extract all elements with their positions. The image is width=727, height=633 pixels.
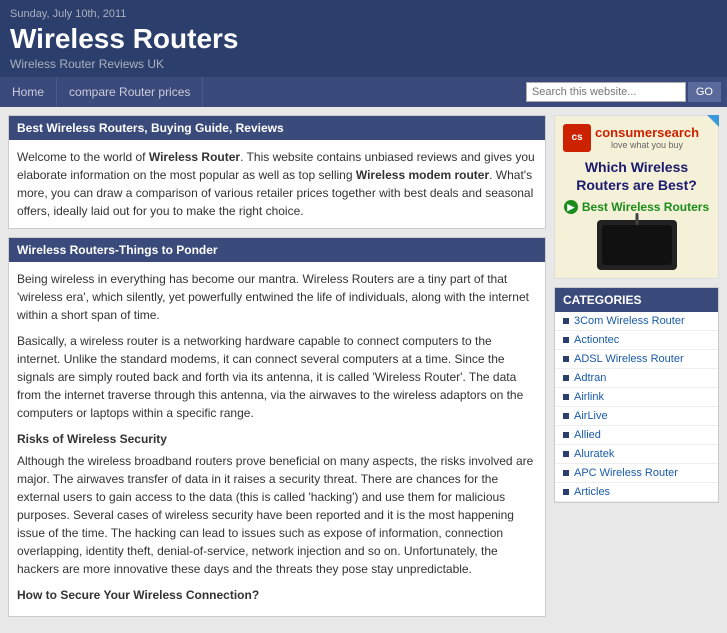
- cat-label: APC Wireless Router: [574, 467, 678, 479]
- section-para-1: Welcome to the world of Wireless Router.…: [17, 148, 537, 220]
- category-item[interactable]: Aluratek: [555, 445, 718, 464]
- ad-corner-decoration: [707, 115, 719, 127]
- nav-home[interactable]: Home: [0, 77, 57, 107]
- cat-bullet: [563, 432, 569, 438]
- site-title: Wireless Routers: [10, 24, 717, 55]
- search-input[interactable]: [526, 82, 686, 102]
- site-header: Sunday, July 10th, 2011 Wireless Routers…: [0, 0, 727, 77]
- cat-label: ADSL Wireless Router: [574, 353, 684, 365]
- bold-wireless-modem: Wireless modem router: [356, 168, 489, 182]
- category-item[interactable]: 3Com Wireless Router: [555, 312, 718, 331]
- section-body-2: Being wireless in everything has become …: [9, 262, 545, 616]
- cat-label: Adtran: [574, 372, 606, 384]
- navbar: Home compare Router prices GO: [0, 77, 727, 107]
- router-shape: [602, 225, 672, 265]
- cat-bullet: [563, 375, 569, 381]
- sidebar-categories: CATEGORIES 3Com Wireless Router Actiontec…: [554, 287, 719, 503]
- site-subtitle: Wireless Router Reviews UK: [10, 57, 717, 71]
- categories-list: 3Com Wireless Router Actiontec ADSL Wirele…: [555, 312, 718, 502]
- cat-label: Articles: [574, 486, 610, 498]
- cat-label: Airlink: [574, 391, 604, 403]
- category-item[interactable]: Adtran: [555, 369, 718, 388]
- category-item[interactable]: Airlink: [555, 388, 718, 407]
- main-layout: Best Wireless Routers, Buying Guide, Rev…: [0, 107, 727, 633]
- ad-brand-text: consumersearch love what you buy: [595, 125, 699, 150]
- category-item[interactable]: Actiontec: [555, 331, 718, 350]
- nav-compare[interactable]: compare Router prices: [57, 77, 203, 107]
- section-para-risks: Although the wireless broadband routers …: [17, 452, 537, 578]
- category-item[interactable]: AirLive: [555, 407, 718, 426]
- cat-bullet: [563, 337, 569, 343]
- bold-wireless-router: Wireless Router: [149, 150, 240, 164]
- category-item[interactable]: Articles: [555, 483, 718, 502]
- section-buying-guide: Best Wireless Routers, Buying Guide, Rev…: [8, 115, 546, 229]
- ad-router-image: [597, 220, 677, 270]
- cat-bullet: [563, 318, 569, 324]
- cat-label: Allied: [574, 429, 601, 441]
- ad-link-text: Best Wireless Routers: [582, 200, 709, 214]
- cat-bullet: [563, 451, 569, 457]
- cat-bullet: [563, 356, 569, 362]
- ad-brand: consumersearch: [595, 125, 699, 140]
- ad-box[interactable]: cs consumersearch love what you buy Whic…: [554, 115, 719, 279]
- ad-box-wrapper: cs consumersearch love what you buy Whic…: [554, 115, 719, 279]
- cat-label: Aluratek: [574, 448, 614, 460]
- section-body-1: Welcome to the world of Wireless Router.…: [9, 140, 545, 228]
- cat-bullet: [563, 413, 569, 419]
- category-item[interactable]: APC Wireless Router: [555, 464, 718, 483]
- section-heading-1: Best Wireless Routers, Buying Guide, Rev…: [9, 116, 545, 140]
- cat-label: Actiontec: [574, 334, 619, 346]
- cat-bullet: [563, 394, 569, 400]
- category-item[interactable]: Allied: [555, 426, 718, 445]
- cat-bullet: [563, 489, 569, 495]
- ad-link-icon: ▶: [564, 200, 578, 214]
- content-area: Best Wireless Routers, Buying Guide, Rev…: [8, 115, 546, 625]
- ad-logo: cs consumersearch love what you buy: [563, 124, 710, 152]
- cat-bullet: [563, 470, 569, 476]
- subheading-risks: Risks of Wireless Security: [17, 430, 537, 448]
- nav-search-area: GO: [526, 82, 727, 102]
- ad-question: Which Wireless Routers are Best?: [563, 158, 710, 194]
- category-item[interactable]: ADSL Wireless Router: [555, 350, 718, 369]
- section-para-wireless-era: Being wireless in everything has become …: [17, 270, 537, 324]
- cat-label: 3Com Wireless Router: [574, 315, 685, 327]
- date-bar: Sunday, July 10th, 2011: [10, 8, 717, 20]
- categories-heading: CATEGORIES: [555, 288, 718, 312]
- section-things-to-ponder: Wireless Routers-Things to Ponder Being …: [8, 237, 546, 617]
- ad-tagline: love what you buy: [595, 140, 699, 150]
- sidebar: cs consumersearch love what you buy Whic…: [554, 115, 719, 625]
- ad-logo-icon: cs: [563, 124, 591, 152]
- cat-label: AirLive: [574, 410, 608, 422]
- section-para-networking: Basically, a wireless router is a networ…: [17, 332, 537, 422]
- subheading-secure: How to Secure Your Wireless Connection?: [17, 586, 537, 604]
- ad-link[interactable]: ▶ Best Wireless Routers: [563, 200, 710, 214]
- section-heading-2: Wireless Routers-Things to Ponder: [9, 238, 545, 262]
- search-button[interactable]: GO: [688, 82, 721, 102]
